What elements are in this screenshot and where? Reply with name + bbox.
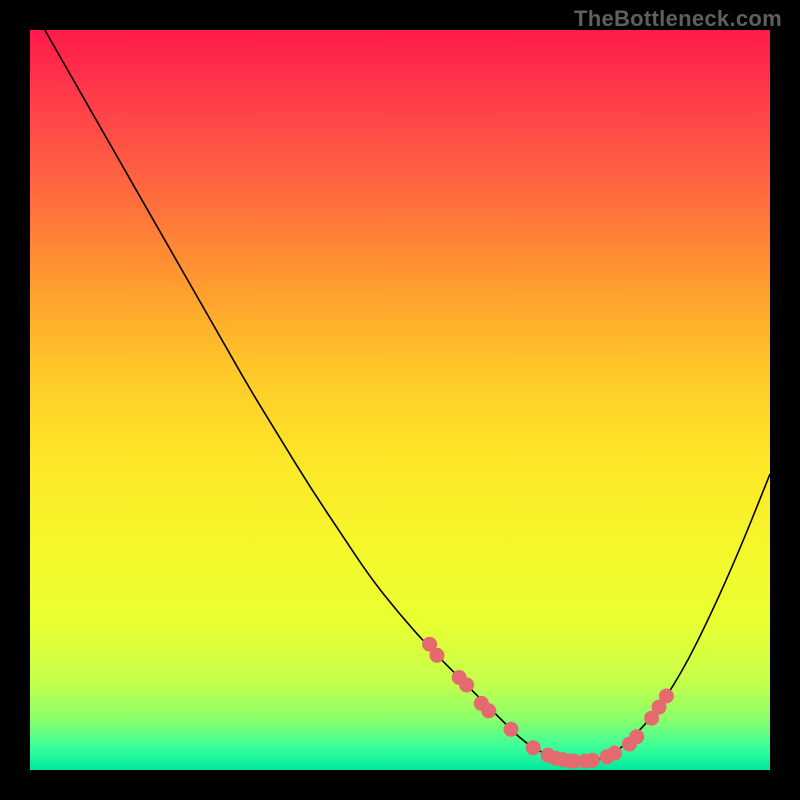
scatter-point (629, 729, 644, 744)
chart-plot-area (30, 30, 770, 770)
scatter-point (504, 722, 519, 737)
scatter-point (526, 740, 541, 755)
bottleneck-curve-svg (30, 30, 770, 770)
scatter-point (585, 753, 600, 768)
scatter-point (459, 677, 474, 692)
watermark-text: TheBottleneck.com (574, 6, 782, 32)
bottleneck-curve-path (45, 30, 770, 762)
scatter-points-group (422, 637, 674, 769)
scatter-point (659, 689, 674, 704)
scatter-point (607, 746, 622, 761)
scatter-point (430, 648, 445, 663)
scatter-point (481, 703, 496, 718)
